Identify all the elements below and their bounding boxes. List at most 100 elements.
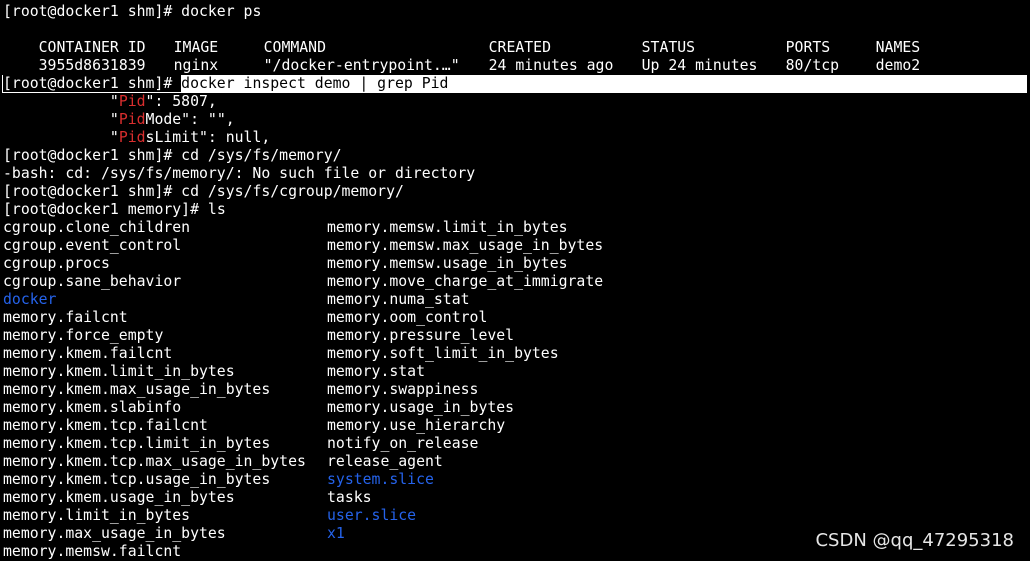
ps-header-command: COMMAND xyxy=(263,39,326,56)
ls-file-entry: memory.pressure_level xyxy=(327,327,515,344)
prompt-line-ls: [root@docker1 memory]# ls xyxy=(3,201,1030,219)
error-line: -bash: cd: /sys/fs/memory/: No such file… xyxy=(3,165,476,182)
ps-header-status: STATUS xyxy=(641,39,696,56)
inspect-rest: sLimit": null, xyxy=(145,129,271,146)
ls-row: cgroup.event_control memory.memsw.max_usa… xyxy=(3,237,1030,255)
ports: 80/tcp xyxy=(785,57,840,74)
ls-directory-entry: user.slice xyxy=(327,507,417,524)
ports: 80/tcp xyxy=(785,75,840,92)
ls-file-entry: memory.kmem.max_usage_in_bytes xyxy=(3,381,271,398)
ls-row: memory.kmem.tcp.failcnt memory.use_hierar… xyxy=(3,417,1030,435)
ls-file-entry: cgroup.event_control xyxy=(3,237,182,254)
inspect-output-line: "PidMode": "", xyxy=(3,111,1030,129)
ls-row: memory.failcnt memory.oom_control xyxy=(3,309,1030,327)
ls-file-entry: memory.usage_in_bytes xyxy=(327,399,515,416)
ls-row: memory.kmem.max_usage_in_bytes memory.swa… xyxy=(3,381,1030,399)
inspect-indent: " xyxy=(3,111,119,128)
ls-file-entry: memory.memsw.failcnt xyxy=(3,543,182,560)
inspect-indent: " xyxy=(3,129,119,146)
ls-file-entry: memory.kmem.tcp.usage_in_bytes xyxy=(3,471,271,488)
ls-row: memory.kmem.slabinfo memory.usage_in_byte… xyxy=(3,399,1030,417)
command-text: docker ps xyxy=(181,3,262,20)
ps-header-image: IMAGE xyxy=(173,39,219,56)
ls-file-entry: memory.memsw.usage_in_bytes xyxy=(327,255,568,272)
ps-header-row: CONTAINER ID IMAGE COMMAND CREATED STATUS POR… xyxy=(3,21,1030,56)
image: nginx xyxy=(173,57,219,74)
ls-file-entry: memory.force_empty xyxy=(3,327,164,344)
inspect-output-line: "PidsLimit": null, xyxy=(3,129,1030,147)
ls-file-entry: memory.max_usage_in_bytes xyxy=(3,525,226,542)
ls-file-entry: cgroup.sane_behavior xyxy=(3,273,182,290)
ls-row: cgroup.clone_children memory.memsw.limit_… xyxy=(3,219,1030,237)
inspect-rest: Mode": "", xyxy=(145,111,235,128)
grep-match: Pid xyxy=(118,111,146,128)
command-text-selected[interactable]: docker inspect demo | grep Pid xyxy=(181,75,448,92)
ls-directory-entry: system.slice xyxy=(327,471,434,488)
ls-row: cgroup.sane_behavior memory.move_charge_a… xyxy=(3,273,1030,291)
ls-listing: cgroup.clone_children memory.memsw.limit_… xyxy=(3,219,1030,561)
ls-file-entry: memory.kmem.slabinfo xyxy=(3,399,182,416)
ls-file-entry: memory.failcnt xyxy=(3,309,128,326)
ls-file-entry: memory.move_charge_at_immigrate xyxy=(327,273,604,290)
watermark: CSDN @qq_47295318 xyxy=(815,530,1014,551)
ls-row: cgroup.procs memory.memsw.usage_in_bytes xyxy=(3,255,1030,273)
prompt: [root@docker1 memory]# xyxy=(3,201,208,218)
ls-file-entry: release_agent xyxy=(327,453,443,470)
inspect-indent: " xyxy=(3,93,119,110)
ls-file-entry: memory.kmem.tcp.limit_in_bytes xyxy=(3,435,271,452)
ls-row: memory.force_empty memory.pressure_level xyxy=(3,327,1030,345)
ls-file-entry: cgroup.procs xyxy=(3,255,110,272)
ls-file-entry: memory.kmem.limit_in_bytes xyxy=(3,363,235,380)
command-text: ls xyxy=(207,201,226,218)
ls-row: memory.kmem.tcp.usage_in_bytes system.sli… xyxy=(3,471,1030,489)
prompt-line-cd1: [root@docker1 shm]# cd /sys/fs/memory/ xyxy=(3,147,1030,165)
ls-row: memory.kmem.failcnt memory.soft_limit_in_… xyxy=(3,345,1030,363)
ps-header-created: CREATED xyxy=(488,39,551,56)
ls-file-entry: tasks xyxy=(327,489,372,506)
ls-file-entry: memory.use_hierarchy xyxy=(327,417,506,434)
ls-row: docker memory.numa_stat xyxy=(3,291,1030,309)
ls-file-entry: memory.stat xyxy=(327,363,425,380)
created: 24 minutes ago xyxy=(488,57,614,74)
ls-file-entry: notify_on_release xyxy=(327,435,479,452)
ps-header-container-id: CONTAINER ID xyxy=(38,39,146,56)
ps-header-ports: PORTS xyxy=(785,39,831,56)
ls-file-entry: memory.soft_limit_in_bytes xyxy=(327,345,559,362)
created: 28 minutes ago xyxy=(488,75,614,92)
ls-file-entry: memory.kmem.usage_in_bytes xyxy=(3,489,235,506)
prompt: [root@docker1 shm]# xyxy=(3,3,182,20)
status: Up 24 minutes xyxy=(641,57,758,74)
prompt: [root@docker1 shm]# xyxy=(3,147,182,164)
command: "/docker-entrypoint.…" xyxy=(263,57,460,74)
ls-file-entry: memory.memsw.limit_in_bytes xyxy=(327,219,568,236)
inspect-output-line: "Pid": 5807, xyxy=(3,93,1030,111)
status: Up 28 minutes xyxy=(641,75,758,92)
grep-match: Pid xyxy=(118,129,146,146)
container-id: 3955d8631839 xyxy=(38,57,146,74)
inspect-rest: ": 5807, xyxy=(145,93,217,110)
prompt-line-docker-ps: [root@docker1 shm]# docker ps xyxy=(3,3,1030,21)
ls-row: memory.kmem.usage_in_bytes tasks xyxy=(3,489,1030,507)
ls-row: memory.kmem.tcp.max_usage_in_bytes releas… xyxy=(3,453,1030,471)
names: demo2 xyxy=(875,57,921,74)
ls-row: memory.limit_in_bytes user.slice xyxy=(3,507,1030,525)
ls-file-entry: cgroup.clone_children xyxy=(3,219,191,236)
prompt-line-cd2: [root@docker1 shm]# cd /sys/fs/cgroup/me… xyxy=(3,183,1030,201)
terminal-output[interactable]: [root@docker1 shm]# docker ps CONTAINER … xyxy=(2,3,1030,561)
ls-file-entry: memory.kmem.failcnt xyxy=(3,345,173,362)
prompt: [root@docker1 shm]# xyxy=(3,75,182,92)
prompt: [root@docker1 shm]# xyxy=(3,183,182,200)
ls-file-entry: memory.oom_control xyxy=(327,309,488,326)
ls-file-entry: memory.numa_stat xyxy=(327,291,470,308)
command-text: cd /sys/fs/memory/ xyxy=(181,147,342,164)
command-text: cd /sys/fs/cgroup/memory/ xyxy=(181,183,404,200)
ls-directory-entry: docker xyxy=(3,291,57,308)
ls-file-entry: memory.swappiness xyxy=(327,381,479,398)
grep-match: Pid xyxy=(118,93,146,110)
ps-header-names: NAMES xyxy=(875,39,921,56)
names: demo xyxy=(875,75,912,92)
ls-directory-entry: x1 xyxy=(327,525,345,542)
ls-file-entry: memory.kmem.tcp.failcnt xyxy=(3,417,208,434)
ls-row: memory.kmem.limit_in_bytes memory.stat xyxy=(3,363,1030,381)
ls-row: memory.kmem.tcp.limit_in_bytes notify_on_… xyxy=(3,435,1030,453)
